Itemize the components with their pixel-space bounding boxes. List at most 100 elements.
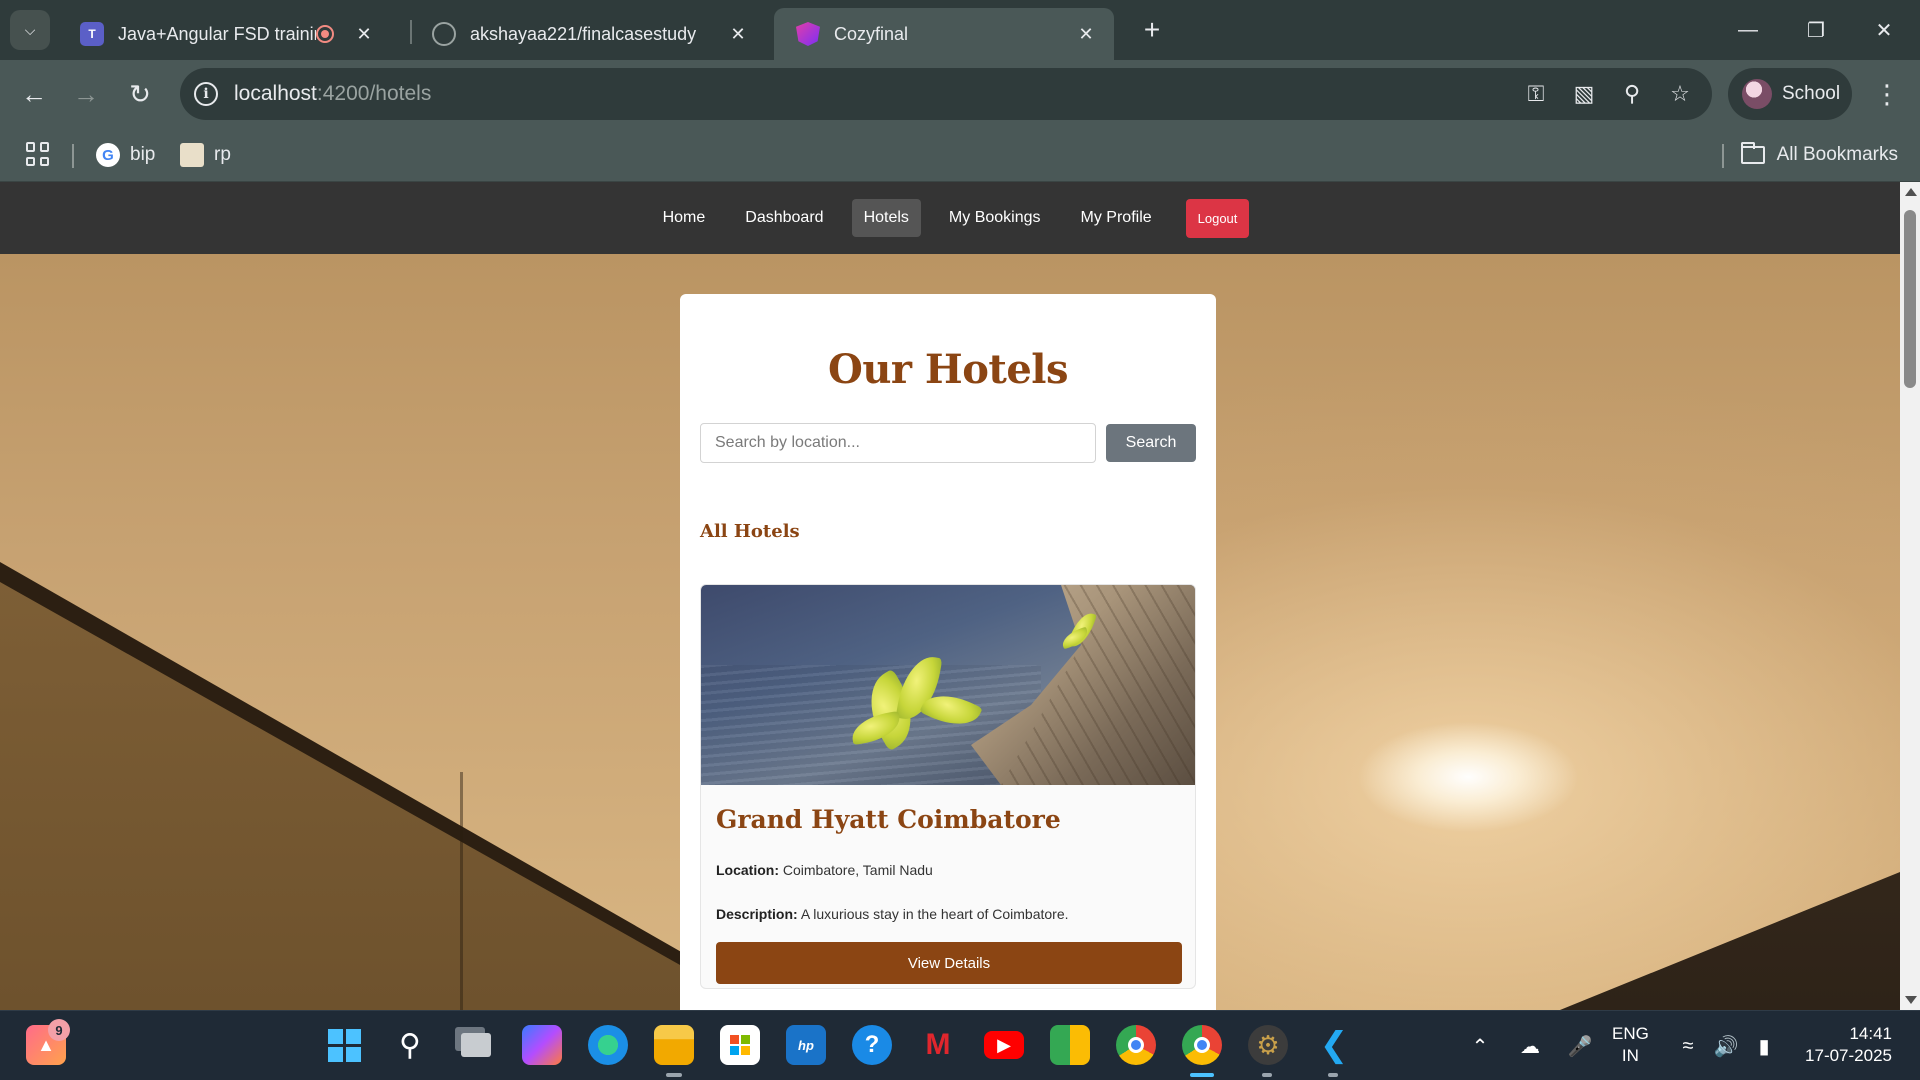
profile-label: School xyxy=(1782,83,1841,104)
chrome-icon[interactable] xyxy=(1116,1025,1156,1065)
arrow-right-icon: → xyxy=(73,78,99,109)
notification-badge: 9 xyxy=(48,1019,70,1041)
google-icon: G xyxy=(96,143,120,167)
nav-my-bookings[interactable]: My Bookings xyxy=(937,199,1053,237)
nav-hotels[interactable]: Hotels xyxy=(851,199,921,237)
hotel-card: Grand Hyatt Coimbatore Location: Coimbat… xyxy=(700,584,1196,989)
close-tab-icon[interactable]: ✕ xyxy=(350,20,378,48)
hotel-name: Grand Hyatt Coimbatore xyxy=(716,805,1061,834)
region-code: IN xyxy=(1621,1046,1639,1065)
avatar xyxy=(1742,79,1772,109)
close-window-button[interactable]: ✕ xyxy=(1862,10,1906,50)
chevron-down-icon: ⌵ xyxy=(24,21,36,38)
language-indicator[interactable]: ENG IN xyxy=(1612,1023,1649,1067)
bookmark-separator xyxy=(72,144,74,168)
reload-button[interactable]: ↻ xyxy=(120,74,160,114)
bookmark-bip[interactable]: G bip xyxy=(96,140,155,170)
nav-dashboard[interactable]: Dashboard xyxy=(733,199,835,237)
tab-github[interactable]: akshayaa221/finalcasestudy ✕ xyxy=(410,8,766,60)
clock-time: 14:41 xyxy=(1849,1024,1892,1043)
bookmark-label: rp xyxy=(214,144,231,165)
clock[interactable]: 14:41 17-07-2025 xyxy=(1796,1023,1892,1067)
bookmark-star-icon[interactable]: ☆ xyxy=(1666,80,1694,108)
meet-icon[interactable] xyxy=(1050,1025,1090,1065)
nav-home[interactable]: Home xyxy=(651,199,718,237)
running-indicator xyxy=(1262,1073,1272,1077)
background-photo-line xyxy=(460,772,463,1010)
app-navbar: Home Dashboard Hotels My Bookings My Pro… xyxy=(0,182,1900,254)
copilot-icon[interactable] xyxy=(522,1025,562,1065)
settings-icon[interactable]: ⚙ xyxy=(1248,1025,1288,1065)
help-icon[interactable]: ? xyxy=(852,1025,892,1065)
wifi-icon[interactable]: ≈ xyxy=(1674,1032,1702,1060)
running-indicator xyxy=(666,1073,682,1077)
vscode-icon[interactable]: ❮ xyxy=(1314,1025,1354,1065)
restore-button[interactable]: ❐ xyxy=(1794,10,1838,50)
tab-cozyfinal[interactable]: Cozyfinal ✕ xyxy=(774,8,1114,60)
zoom-icon[interactable]: ⚲ xyxy=(1618,80,1646,108)
hotel-image xyxy=(701,585,1195,785)
hotel-location: Location: Coimbatore, Tamil Nadu xyxy=(716,862,1180,878)
scroll-down-arrow-icon[interactable] xyxy=(1905,996,1917,1004)
tab-title: Java+Angular FSD training xyxy=(118,23,316,44)
all-bookmarks-button[interactable]: All Bookmarks xyxy=(1740,140,1898,170)
address-bar[interactable]: i localhost:4200/hotels ⚿ ▧ ⚲ ☆ xyxy=(180,68,1712,120)
mcafee-icon[interactable]: M xyxy=(918,1025,958,1065)
close-tab-icon[interactable]: ✕ xyxy=(724,20,752,48)
search-button[interactable]: Search xyxy=(1106,424,1196,462)
image-icon xyxy=(180,143,204,167)
close-tab-icon[interactable]: ✕ xyxy=(1072,20,1100,48)
location-label: Location: xyxy=(716,862,779,878)
reload-icon: ↻ xyxy=(129,78,151,109)
clock-date: 17-07-2025 xyxy=(1805,1046,1892,1065)
onedrive-icon[interactable]: ☁ xyxy=(1516,1032,1544,1060)
tab-search-button[interactable]: ⌵ xyxy=(10,10,50,50)
translate-icon[interactable]: ▧ xyxy=(1570,80,1598,108)
minimize-button[interactable]: — xyxy=(1726,10,1770,50)
hotels-card: Our Hotels Search All Hotels Grand Hyatt… xyxy=(680,294,1216,1010)
site-info-icon[interactable]: i xyxy=(194,82,218,106)
battery-icon[interactable]: ▮ xyxy=(1750,1032,1778,1060)
page-viewport: Home Dashboard Hotels My Bookings My Pro… xyxy=(0,182,1900,1010)
profile-button[interactable]: School xyxy=(1728,68,1852,120)
description-label: Description: xyxy=(716,906,798,922)
url-text[interactable]: localhost:4200/hotels xyxy=(234,82,431,106)
view-details-button[interactable]: View Details xyxy=(716,942,1182,984)
task-view-icon[interactable] xyxy=(456,1025,496,1065)
apps-grid-icon[interactable] xyxy=(26,142,50,166)
edge-icon[interactable] xyxy=(588,1025,628,1065)
file-explorer-icon[interactable] xyxy=(654,1025,694,1065)
url-host: localhost xyxy=(234,82,317,105)
scroll-thumb[interactable] xyxy=(1904,210,1916,388)
new-tab-button[interactable]: + xyxy=(1136,14,1168,46)
volume-icon[interactable]: 🔊 xyxy=(1712,1032,1740,1060)
chevron-up-icon[interactable]: ⌃ xyxy=(1466,1032,1494,1060)
bookmark-rp[interactable]: rp xyxy=(180,140,231,170)
store-icon[interactable] xyxy=(720,1025,760,1065)
section-title: All Hotels xyxy=(700,521,800,542)
bookmark-separator xyxy=(1722,144,1724,168)
bookmarks-bar: G bip rp All Bookmarks xyxy=(0,130,1920,182)
browser-tab-strip: ⌵ T Java+Angular FSD training ✕ akshayaa… xyxy=(0,0,1920,60)
search-icon[interactable]: ⚲ xyxy=(390,1025,430,1065)
recording-icon xyxy=(316,25,334,43)
tab-teams[interactable]: T Java+Angular FSD training ✕ xyxy=(58,8,388,60)
active-app-indicator xyxy=(1190,1073,1214,1077)
chrome-profile-icon[interactable] xyxy=(1182,1025,1222,1065)
scroll-up-arrow-icon[interactable] xyxy=(1905,188,1917,196)
start-icon[interactable] xyxy=(324,1025,364,1065)
youtube-icon[interactable]: ▶ xyxy=(984,1031,1024,1059)
myhp-icon[interactable]: hp xyxy=(786,1025,826,1065)
angular-icon xyxy=(796,22,820,46)
browser-menu-icon[interactable]: ⋮ xyxy=(1872,74,1902,114)
search-row: Search xyxy=(700,423,1196,463)
forward-button[interactable]: → xyxy=(66,74,106,114)
password-key-icon[interactable]: ⚿ xyxy=(1522,80,1550,108)
nav-my-profile[interactable]: My Profile xyxy=(1069,199,1164,237)
back-button[interactable]: ← xyxy=(14,74,54,114)
microphone-icon[interactable]: 🎤 xyxy=(1566,1032,1594,1060)
logout-button[interactable]: Logout xyxy=(1185,198,1250,238)
location-search-input[interactable] xyxy=(700,423,1096,463)
hotel-description: Description: A luxurious stay in the hea… xyxy=(716,906,1180,922)
page-scrollbar[interactable] xyxy=(1900,182,1920,1010)
